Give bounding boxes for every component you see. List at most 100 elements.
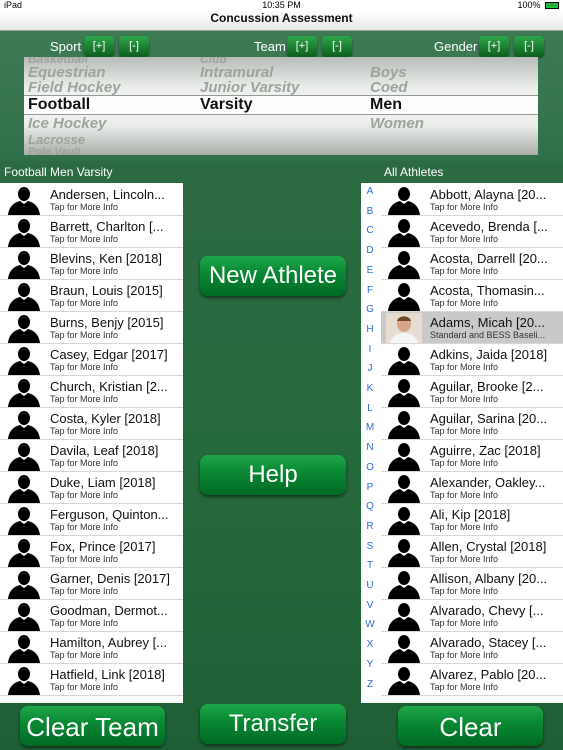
list-item[interactable]: Acevedo, Brenda [... Tap for More Info (380, 216, 563, 248)
list-item[interactable]: Fox, Prince [2017] Tap for More Info (0, 536, 183, 568)
list-item[interactable]: Goodman, Dermot... Tap for More Info (0, 600, 183, 632)
list-item[interactable]: Garner, Denis [2017] Tap for More Info (0, 568, 183, 600)
index-letter[interactable]: G (362, 304, 378, 315)
remove-gender-button[interactable]: [-] (514, 36, 544, 57)
picker-item[interactable]: Coed (370, 79, 408, 96)
list-item[interactable]: Braun, Louis [2015] Tap for More Info (0, 280, 183, 312)
index-letter[interactable]: K (362, 383, 378, 394)
transfer-button[interactable]: Transfer (200, 704, 346, 744)
athlete-subtitle: Tap for More Info (50, 426, 119, 436)
list-item[interactable]: Duke, Liam [2018] Tap for More Info (0, 472, 183, 504)
list-item[interactable]: Allen, Crystal [2018] Tap for More Info (380, 536, 563, 568)
list-item[interactable]: Church, Kristian [2... Tap for More Info (0, 376, 183, 408)
person-silhouette-icon (8, 667, 40, 695)
picker-item-selected[interactable]: Men (370, 96, 402, 114)
index-letter[interactable]: A (362, 186, 378, 197)
index-letter[interactable]: L (362, 403, 378, 414)
index-letter[interactable]: B (362, 206, 378, 217)
add-sport-button[interactable]: [+] (84, 36, 114, 57)
list-item[interactable]: Acosta, Thomasin... Tap for More Info (380, 280, 563, 312)
list-item[interactable]: Alvarado, Stacey [... Tap for More Info (380, 632, 563, 664)
index-letter[interactable]: V (362, 600, 378, 611)
new-athlete-button[interactable]: New Athlete (200, 256, 346, 296)
athlete-subtitle: Tap for More Info (430, 426, 499, 436)
person-silhouette-icon (388, 251, 420, 279)
index-letter[interactable]: S (362, 541, 378, 552)
team-picker[interactable]: Club Intramural Junior Varsity Varsity (196, 57, 366, 155)
list-item[interactable]: Alvarez, Pablo [20... Tap for More Info (380, 664, 563, 696)
team-athlete-list[interactable]: Andersen, Lincoln... Tap for More Info Bar… (0, 183, 183, 703)
list-item[interactable]: Barrett, Charlton [... Tap for More Info (0, 216, 183, 248)
list-item[interactable]: Ali, Kip [2018] Tap for More Info (380, 504, 563, 536)
picker-item[interactable]: Pole Vault (28, 146, 81, 155)
index-letter[interactable]: X (362, 639, 378, 650)
athlete-name: Adams, Micah [20... (430, 315, 545, 330)
index-letter[interactable]: C (362, 225, 378, 236)
index-letter[interactable]: E (362, 265, 378, 276)
person-silhouette-icon (388, 347, 420, 375)
index-letter[interactable]: H (362, 324, 378, 335)
list-item[interactable]: Aguirre, Zac [2018] Tap for More Info (380, 440, 563, 472)
list-item[interactable]: Adams, Micah [20... Standard and BESS Bas… (380, 312, 563, 344)
index-letter[interactable]: Y (362, 659, 378, 670)
picker-item[interactable]: Junior Varsity (200, 79, 299, 96)
athlete-subtitle: Tap for More Info (430, 458, 499, 468)
picker-item[interactable]: Lacrosse (28, 132, 85, 147)
list-item[interactable]: Aguilar, Brooke [2... Tap for More Info (380, 376, 563, 408)
picker-item[interactable]: Women (370, 115, 424, 132)
gender-picker[interactable]: Boys Coed Men Women (366, 57, 538, 155)
picker-item[interactable]: Ice Hockey (28, 115, 106, 132)
index-letter[interactable]: F (362, 285, 378, 296)
list-item[interactable]: Hatfield, Link [2018] Tap for More Info (0, 664, 183, 696)
team-list-title: Football Men Varsity (4, 165, 113, 179)
index-letter[interactable]: U (362, 580, 378, 591)
list-item[interactable]: Aguilar, Sarina [20... Tap for More Info (380, 408, 563, 440)
index-letter[interactable]: Z (362, 679, 378, 690)
list-item[interactable]: Davila, Leaf [2018] Tap for More Info (0, 440, 183, 472)
person-silhouette-icon (388, 187, 420, 215)
index-letter[interactable]: M (362, 422, 378, 433)
person-silhouette-icon (8, 251, 40, 279)
index-letter[interactable]: I (362, 344, 378, 355)
index-letter[interactable]: P (362, 482, 378, 493)
athlete-subtitle: Tap for More Info (50, 554, 119, 564)
athlete-name: Garner, Denis [2017] (50, 571, 170, 586)
list-item[interactable]: Abbott, Alayna [20... Tap for More Info (380, 184, 563, 216)
clear-team-button[interactable]: Clear Team (20, 706, 165, 746)
list-item[interactable]: Andersen, Lincoln... Tap for More Info (0, 184, 183, 216)
index-letter[interactable]: Q (362, 501, 378, 512)
index-letter[interactable]: T (362, 560, 378, 571)
picker-item-selected[interactable]: Varsity (200, 96, 252, 114)
list-item[interactable]: Acosta, Darrell [20... Tap for More Info (380, 248, 563, 280)
remove-sport-button[interactable]: [-] (119, 36, 149, 57)
remove-team-button[interactable]: [-] (322, 36, 352, 57)
list-item[interactable]: Casey, Edgar [2017] Tap for More Info (0, 344, 183, 376)
status-time: 10:35 PM (262, 0, 301, 10)
index-letter[interactable]: J (362, 363, 378, 374)
list-item[interactable]: Burns, Benjy [2015] Tap for More Info (0, 312, 183, 344)
index-letter[interactable]: N (362, 442, 378, 453)
picker-item-selected[interactable]: Football (28, 96, 90, 114)
sport-picker[interactable]: Basketball Equestrian Field Hockey Footb… (24, 57, 196, 155)
team-label: Team (254, 39, 286, 54)
clear-roster-button[interactable]: Clear Roster (398, 706, 543, 746)
index-letter[interactable]: W (362, 619, 378, 630)
list-item[interactable]: Adkins, Jaida [2018] Tap for More Info (380, 344, 563, 376)
all-athlete-list[interactable]: Abbott, Alayna [20... Tap for More Info Ac… (380, 183, 563, 703)
index-letter[interactable]: R (362, 521, 378, 532)
list-item[interactable]: Ferguson, Quinton... Tap for More Info (0, 504, 183, 536)
list-item[interactable]: Costa, Kyler [2018] Tap for More Info (0, 408, 183, 440)
index-letter[interactable]: D (362, 245, 378, 256)
list-item[interactable]: Allison, Albany [20... Tap for More Info (380, 568, 563, 600)
list-item[interactable]: Alvarado, Chevy [... Tap for More Info (380, 600, 563, 632)
help-button[interactable]: Help (200, 455, 346, 495)
index-letter[interactable]: O (362, 462, 378, 473)
person-silhouette-icon (8, 187, 40, 215)
picker-item[interactable]: Field Hockey (28, 79, 121, 96)
add-team-button[interactable]: [+] (287, 36, 317, 57)
athlete-name: Casey, Edgar [2017] (50, 347, 168, 362)
list-item[interactable]: Blevins, Ken [2018] Tap for More Info (0, 248, 183, 280)
add-gender-button[interactable]: [+] (479, 36, 509, 57)
list-item[interactable]: Alexander, Oakley... Tap for More Info (380, 472, 563, 504)
list-item[interactable]: Hamilton, Aubrey [... Tap for More Info (0, 632, 183, 664)
